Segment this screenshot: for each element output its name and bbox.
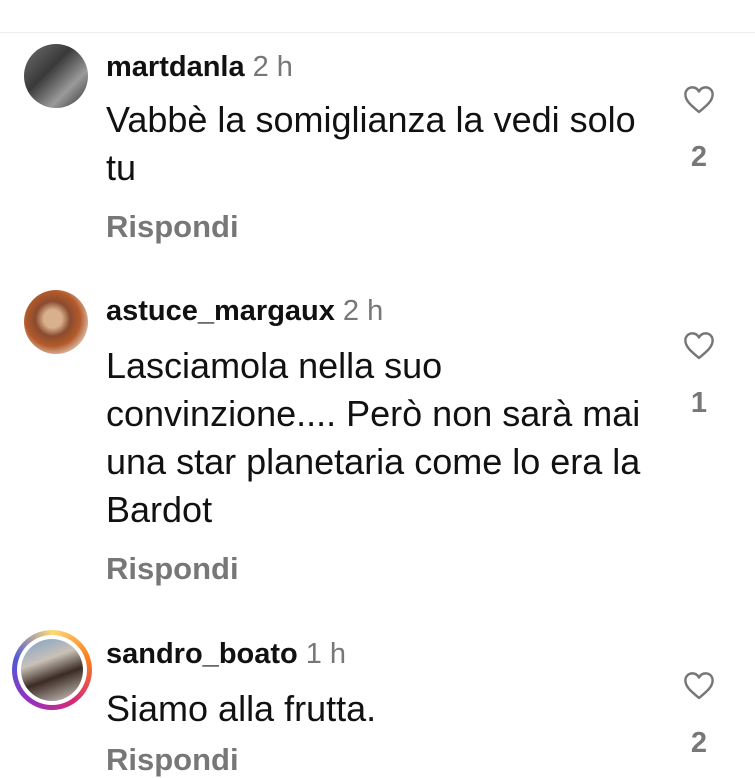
reply-button[interactable]: Rispondi (106, 209, 239, 245)
heart-outline-icon[interactable] (682, 670, 716, 700)
avatar-photo (21, 639, 83, 701)
reply-button[interactable]: Rispondi (106, 551, 239, 587)
top-divider (0, 32, 755, 33)
comment-text: Lasciamola nella suo convinzione.... Per… (106, 345, 641, 530)
avatar[interactable] (12, 630, 92, 710)
story-ring (12, 630, 92, 710)
heart-outline-icon[interactable] (682, 84, 716, 114)
like-column: 2 (677, 84, 721, 174)
avatar-photo (24, 44, 88, 108)
avatar[interactable] (24, 290, 88, 354)
avatar[interactable] (24, 44, 88, 108)
comment-username[interactable]: sandro_boato (106, 638, 298, 670)
heart-outline-icon[interactable] (682, 330, 716, 360)
like-count: 1 (690, 387, 708, 419)
comment-meta: sandro_boato 1 h (106, 637, 346, 671)
avatar-photo (24, 290, 88, 354)
comment-meta: astuce_margaux 2 h (106, 294, 383, 328)
comment-meta: martdanla 2 h (106, 50, 293, 84)
comment-time: 1 h (305, 638, 347, 670)
comment-username[interactable]: astuce_margaux (106, 295, 335, 327)
comment-text: Vabbè la somiglianza la vedi solo tu (106, 99, 636, 188)
like-column: 1 (677, 330, 721, 420)
reply-button[interactable]: Rispondi (106, 742, 239, 778)
comment-username[interactable]: martdanla (106, 51, 245, 83)
comment-text: Siamo alla frutta. (106, 688, 377, 729)
like-column: 2 (677, 670, 721, 760)
comment-time: 2 h (252, 51, 293, 83)
comment-time: 2 h (342, 295, 384, 327)
like-count: 2 (690, 727, 708, 759)
like-count: 2 (690, 141, 708, 173)
